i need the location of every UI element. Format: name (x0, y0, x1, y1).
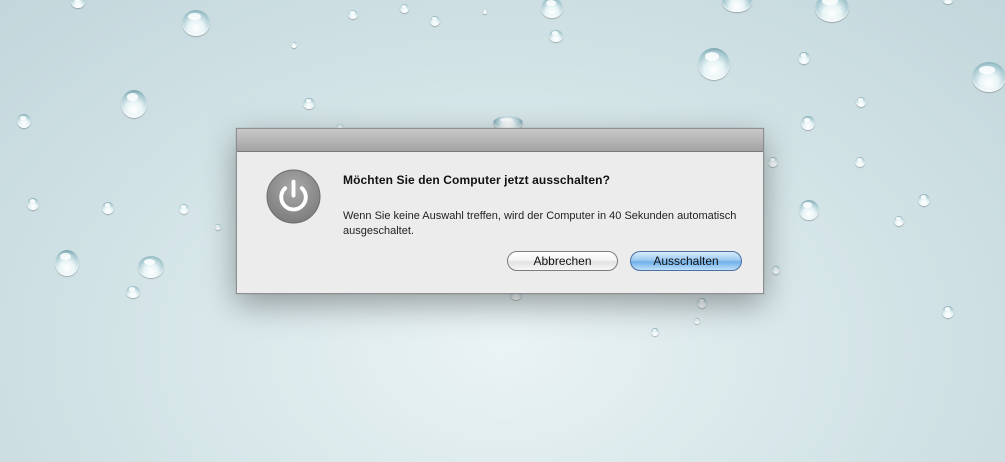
water-drop (801, 116, 815, 130)
water-drop (483, 10, 487, 14)
water-drop (698, 48, 730, 80)
dialog-message: Wenn Sie keine Auswahl treffen, wird der… (343, 210, 737, 237)
water-drop (541, 0, 563, 18)
water-drop (126, 286, 140, 298)
water-drop (400, 4, 409, 13)
dialog-title: Möchten Sie den Computer jetzt ausschalt… (343, 173, 611, 187)
water-drop (215, 224, 221, 230)
water-drop (303, 98, 315, 109)
water-drop (697, 298, 707, 308)
water-drop (651, 328, 659, 336)
water-drop (55, 250, 79, 276)
water-drop (972, 62, 1005, 92)
water-drop (102, 202, 114, 214)
water-drop (918, 194, 930, 206)
water-drop (17, 114, 31, 128)
water-drop (71, 0, 85, 8)
shutdown-dialog: Möchten Sie den Computer jetzt ausschalt… (236, 128, 764, 294)
water-drop (182, 10, 210, 36)
water-drop (855, 157, 865, 167)
water-drop (27, 198, 39, 210)
cancel-button[interactable]: Abbrechen (507, 251, 618, 271)
water-drop (815, 0, 849, 22)
water-drop (943, 0, 953, 4)
power-icon (266, 169, 321, 224)
water-drop (179, 204, 189, 214)
water-drop (291, 42, 297, 48)
water-drop (799, 200, 819, 220)
water-drop (121, 90, 147, 118)
water-drop (348, 10, 358, 19)
water-drop (772, 266, 780, 274)
water-drop (694, 318, 700, 324)
water-drop (430, 16, 440, 26)
water-drop (549, 30, 563, 42)
water-drop (138, 256, 164, 278)
water-drop (942, 306, 954, 318)
water-drop (856, 97, 866, 107)
water-drop (894, 216, 904, 226)
water-drop (768, 157, 778, 167)
dialog-titlebar (237, 129, 763, 152)
water-drop (722, 0, 752, 12)
shutdown-button[interactable]: Ausschalten (630, 251, 742, 271)
water-drop (798, 52, 810, 64)
